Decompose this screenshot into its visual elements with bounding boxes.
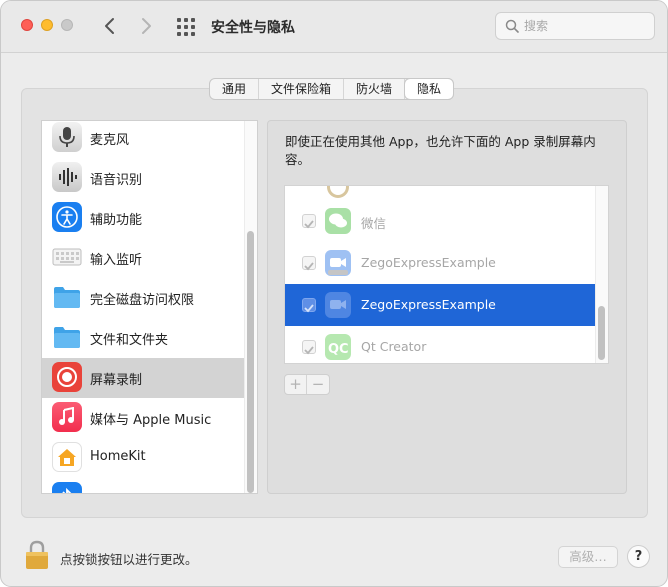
lock-button[interactable]: [25, 540, 49, 570]
app-permission-list: 微信 ZegoExpressExample ZegoExpressExample: [284, 185, 609, 364]
sidebar-item-full-disk-access[interactable]: 完全磁盘访问权限: [42, 278, 244, 318]
add-app-button[interactable]: +: [285, 375, 307, 394]
keyboard-icon: [52, 242, 82, 272]
app-icon-partial: [327, 186, 349, 198]
app-row[interactable]: 微信: [285, 200, 595, 242]
tab-firewall[interactable]: 防火墙: [344, 79, 406, 99]
app-list-scrollbar-thumb[interactable]: [598, 306, 605, 360]
waveform-icon: [52, 162, 82, 192]
close-window-button[interactable]: [21, 19, 33, 31]
add-remove-control: + −: [284, 374, 330, 395]
chevron-right-icon: [142, 18, 151, 34]
screen-recording-icon: [52, 362, 82, 392]
app-row[interactable]: ZegoExpressExample: [285, 242, 595, 284]
sidebar-item-label: 麦克风: [90, 133, 130, 148]
app-row-selected[interactable]: ZegoExpressExample: [285, 284, 595, 326]
checkmark-icon: [304, 346, 314, 355]
folder-icon: [52, 282, 82, 312]
home-icon: [52, 442, 82, 472]
sidebar-item-label: 蓝牙: [90, 489, 116, 493]
sidebar-item-homekit[interactable]: HomeKit: [42, 438, 244, 478]
sidebar-item-label: 文件和文件夹: [90, 333, 169, 348]
checkmark-icon: [304, 304, 314, 313]
zego-app-icon: [325, 250, 351, 276]
sidebar-item-label: 辅助功能: [90, 213, 143, 228]
sidebar-item-screen-recording[interactable]: 屏幕录制: [42, 358, 244, 398]
folder-icon: [52, 322, 82, 352]
show-all-button[interactable]: [177, 18, 195, 36]
permission-description: 即使正在使用其他 App，也允许下面的 App 录制屏幕内容。: [285, 134, 596, 167]
sidebar-item-label: 媒体与 Apple Music: [90, 413, 212, 428]
sidebar-item-label: 语音识别: [90, 173, 143, 188]
checkmark-icon: [304, 262, 314, 271]
app-name: 微信: [361, 216, 387, 231]
sidebar-item-accessibility[interactable]: 辅助功能: [42, 198, 244, 238]
app-checkbox[interactable]: [302, 256, 316, 271]
app-name: Qt Creator: [361, 339, 427, 354]
sidebar-item-label: HomeKit: [90, 449, 146, 464]
lock-hint-text: 点按锁按钮以进行更改。: [60, 552, 198, 567]
search-field[interactable]: [495, 12, 655, 40]
sidebar-item-label: 屏幕录制: [90, 373, 143, 388]
tab-privacy[interactable]: 隐私: [405, 79, 454, 99]
sidebar-item-media-apple-music[interactable]: 媒体与 Apple Music: [42, 398, 244, 438]
help-button[interactable]: ?: [627, 545, 650, 568]
microphone-icon: [52, 122, 82, 152]
back-button[interactable]: [99, 13, 121, 39]
checkmark-icon: [304, 220, 314, 229]
app-checkbox[interactable]: [302, 340, 316, 355]
lock-icon: [26, 540, 48, 569]
bluetooth-icon: [52, 482, 82, 493]
search-input[interactable]: [524, 16, 648, 36]
sidebar-item-label: 输入监听: [90, 253, 143, 268]
music-note-icon: [52, 402, 82, 432]
sidebar-item-label: 完全磁盘访问权限: [90, 293, 195, 308]
minimize-window-button[interactable]: [41, 19, 53, 31]
sidebar-item-bluetooth[interactable]: 蓝牙: [42, 478, 244, 493]
grid-icon: [177, 18, 195, 36]
tab-bar: 通用 文件保险箱 防火墙 隐私: [209, 78, 455, 100]
tab-filevault[interactable]: 文件保险箱: [259, 79, 345, 99]
accessibility-icon: [52, 202, 82, 232]
app-row-partial: [285, 186, 595, 198]
privacy-category-list: 麦克风 语音识别 辅助功能 输入监听 完全磁盘访问权限 文件和文件夹 屏幕录制 …: [41, 120, 258, 494]
app-name: ZegoExpressExample: [361, 255, 496, 270]
sidebar-scrollbar-thumb[interactable]: [247, 231, 254, 493]
wechat-icon: [325, 208, 351, 234]
sidebar-item-microphone[interactable]: 麦克风: [42, 121, 244, 158]
window-title: 安全性与隐私: [211, 20, 295, 36]
sidebar-item-files-and-folders[interactable]: 文件和文件夹: [42, 318, 244, 358]
app-checkbox[interactable]: [302, 214, 316, 229]
sidebar-item-input-monitoring[interactable]: 输入监听: [42, 238, 244, 278]
qt-creator-icon: QC: [325, 334, 351, 360]
zoom-window-button[interactable]: [61, 19, 73, 31]
tab-general[interactable]: 通用: [210, 79, 260, 99]
remove-app-button[interactable]: −: [307, 375, 329, 394]
preferences-window: 安全性与隐私 通用 文件保险箱 防火墙 隐私 麦克风 语音识别: [0, 0, 668, 587]
app-name: ZegoExpressExample: [361, 297, 496, 312]
advanced-button[interactable]: 高级…: [558, 546, 618, 568]
forward-button[interactable]: [135, 13, 157, 39]
title-bar: 安全性与隐私: [1, 1, 667, 53]
sidebar-item-speech-recognition[interactable]: 语音识别: [42, 158, 244, 198]
search-icon: [505, 19, 519, 33]
zego-app-icon: [325, 292, 351, 318]
svg-text:QC: QC: [328, 342, 349, 357]
chevron-left-icon: [105, 18, 114, 34]
app-checkbox[interactable]: [302, 298, 316, 313]
app-row[interactable]: QC Qt Creator: [285, 326, 595, 363]
